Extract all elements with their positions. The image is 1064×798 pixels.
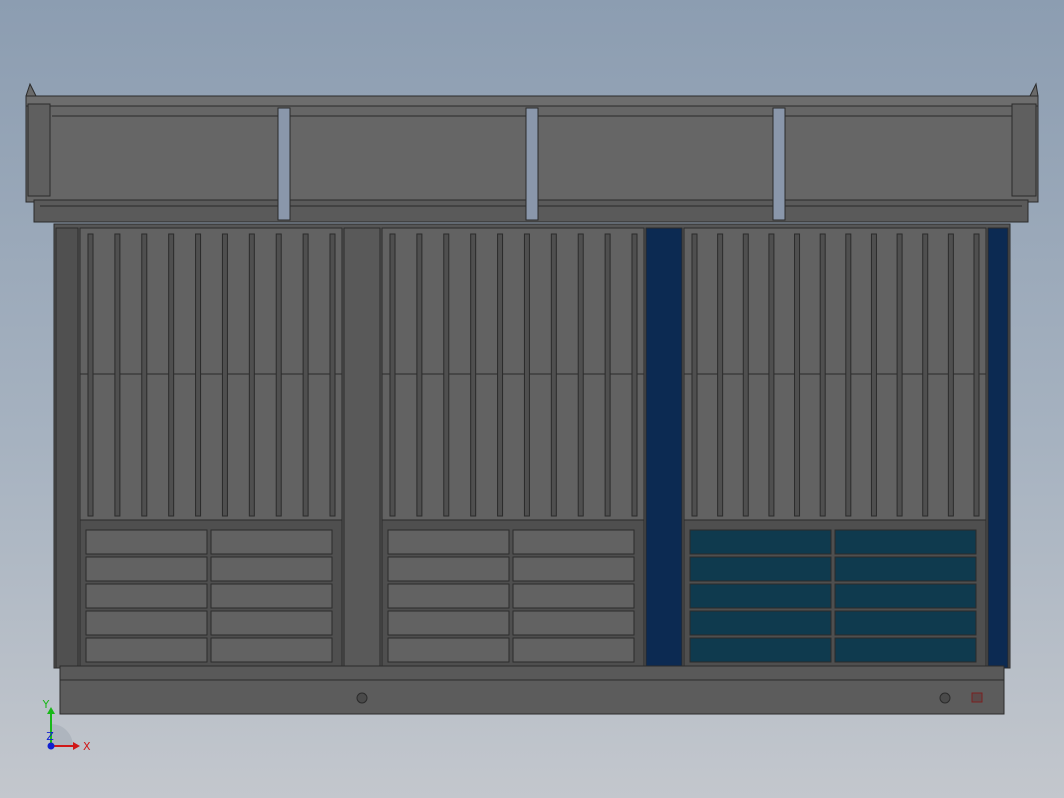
- rack-slat: [416, 233, 423, 517]
- drawer-row: [85, 610, 208, 636]
- drawer-row: [85, 583, 208, 609]
- drawer-row: [210, 610, 333, 636]
- rack-slat: [141, 233, 148, 517]
- roof-post: [772, 107, 786, 221]
- drawer-row: [689, 556, 832, 582]
- drawer-row: [834, 583, 977, 609]
- lifting-hole: [939, 692, 951, 704]
- z-axis-label: Z: [46, 730, 54, 743]
- drawer-row: [387, 610, 510, 636]
- drawer-row: [85, 556, 208, 582]
- rack-slat: [221, 233, 228, 517]
- roof-post: [525, 107, 539, 221]
- rack-slat: [896, 233, 903, 517]
- triad-plane-shade: [51, 724, 73, 746]
- rack-slat: [631, 233, 638, 517]
- rack-slat: [248, 233, 255, 517]
- drawer-row: [689, 583, 832, 609]
- x-arrow-head: [73, 742, 80, 750]
- rack-slat: [870, 233, 877, 517]
- lifting-hole: [356, 692, 368, 704]
- drawer-row: [834, 610, 977, 636]
- base-skid: [59, 665, 1005, 715]
- rack-module: [683, 227, 987, 521]
- drawer-row: [689, 610, 832, 636]
- drawer-blocks: [79, 519, 987, 667]
- roof-left-endcap: [27, 103, 51, 197]
- rack-slat: [497, 233, 504, 517]
- rack-slat: [389, 233, 396, 517]
- rack-slat: [329, 233, 336, 517]
- rack-modules: [79, 227, 987, 521]
- drawer-row: [85, 529, 208, 555]
- rack-slat: [947, 233, 954, 517]
- drawer-row: [834, 529, 977, 555]
- rack-slat: [523, 233, 530, 517]
- rack-slat: [114, 233, 121, 517]
- rack-module: [79, 227, 343, 521]
- rack-slat: [195, 233, 202, 517]
- drawer-row: [210, 583, 333, 609]
- roof-right-endcap: [1011, 103, 1037, 197]
- rack-slat: [302, 233, 309, 517]
- center-post-1: [343, 227, 381, 669]
- rack-slat: [794, 233, 801, 517]
- z-axis-origin: [47, 742, 55, 750]
- drawer-block: [79, 519, 343, 667]
- drawer-row: [512, 637, 635, 663]
- rack-slat: [87, 233, 94, 517]
- right-side-post: [987, 227, 1009, 669]
- base-rail-top: [59, 665, 1005, 681]
- drawer-row: [834, 637, 977, 663]
- rack-module: [381, 227, 645, 521]
- rack-slat: [168, 233, 175, 517]
- drawer-row: [512, 556, 635, 582]
- center-post-2: [645, 227, 683, 669]
- rack-slat: [550, 233, 557, 517]
- drawer-row: [512, 529, 635, 555]
- left-side-post: [55, 227, 79, 669]
- rack-slat: [717, 233, 724, 517]
- rack-slat: [819, 233, 826, 517]
- drawer-row: [512, 583, 635, 609]
- rack-slat: [845, 233, 852, 517]
- drawer-row: [834, 556, 977, 582]
- roof-post: [277, 107, 291, 221]
- roof-top-rail: [25, 95, 1039, 107]
- rack-slat: [577, 233, 584, 517]
- drawer-row: [387, 529, 510, 555]
- drawer-block: [683, 519, 987, 667]
- rack-slat: [922, 233, 929, 517]
- rack-slat: [443, 233, 450, 517]
- rack-slat: [973, 233, 980, 517]
- rack-slat: [691, 233, 698, 517]
- rack-slat: [275, 233, 282, 517]
- x-axis-label: X: [83, 740, 91, 753]
- drawer-row: [387, 583, 510, 609]
- rack-slat: [604, 233, 611, 517]
- drawer-row: [512, 610, 635, 636]
- cad-viewport[interactable]: X Y Z: [0, 0, 1064, 798]
- rack-slat: [768, 233, 775, 517]
- drawer-row: [689, 637, 832, 663]
- drawer-row: [387, 556, 510, 582]
- drawer-row: [210, 529, 333, 555]
- rack-slat: [470, 233, 477, 517]
- roof-assembly: [25, 82, 1039, 223]
- grounding-terminal: [971, 692, 983, 703]
- base-skid-body: [59, 679, 1005, 715]
- drawer-row: [210, 637, 333, 663]
- drawer-block: [381, 519, 645, 667]
- y-axis-label: Y: [42, 698, 50, 711]
- drawer-row: [210, 556, 333, 582]
- drawer-row: [689, 529, 832, 555]
- drawer-row: [85, 637, 208, 663]
- drawer-row: [387, 637, 510, 663]
- rack-slat: [742, 233, 749, 517]
